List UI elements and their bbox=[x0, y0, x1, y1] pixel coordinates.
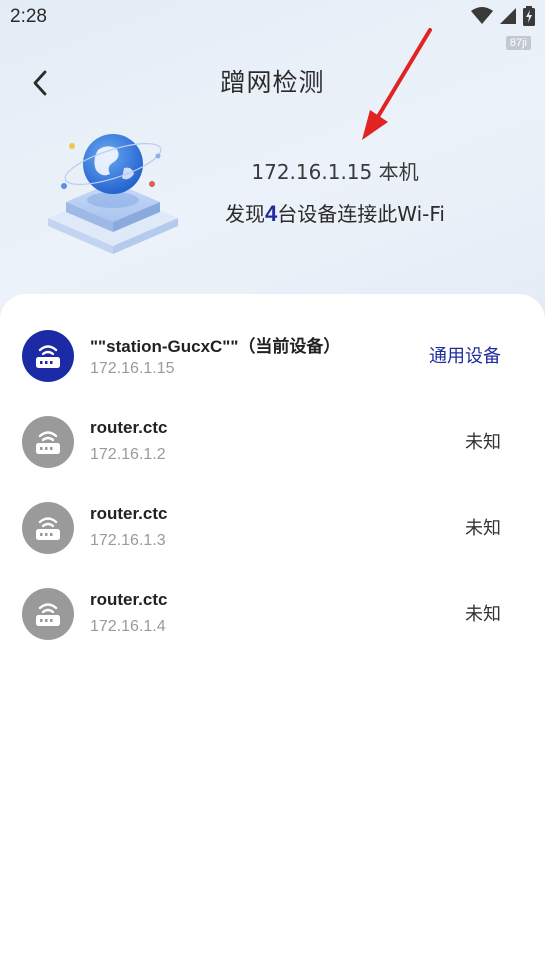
device-row-current[interactable]: ""station-GucxC""（当前设备） 172.16.1.15 通用设备 bbox=[0, 322, 545, 402]
status-time: 2:28 bbox=[10, 6, 47, 27]
device-type: 未知 bbox=[465, 432, 501, 453]
device-count: 4 bbox=[265, 201, 278, 226]
router-icon bbox=[36, 517, 60, 540]
device-avatar bbox=[22, 588, 74, 640]
annotation-arrow bbox=[362, 28, 432, 140]
device-avatar bbox=[22, 416, 74, 468]
globe-on-platform-illustration bbox=[48, 134, 178, 254]
status-bar: 2:28 87ji bbox=[0, 0, 545, 50]
device-ip: 172.16.1.4 bbox=[90, 618, 166, 635]
device-row[interactable]: router.ctc 172.16.1.3 未知 bbox=[0, 494, 545, 574]
device-ip: 172.16.1.15 bbox=[90, 360, 175, 377]
router-icon bbox=[36, 345, 60, 368]
router-icon bbox=[36, 603, 60, 626]
device-avatar bbox=[22, 330, 74, 382]
connection-summary: 发现4台设备连接此Wi-Fi bbox=[200, 198, 470, 227]
page-title: 蹭网检测 bbox=[220, 68, 325, 97]
device-ip: 172.16.1.3 bbox=[90, 532, 166, 549]
wifi-icon bbox=[471, 7, 493, 24]
device-row[interactable]: router.ctc 172.16.1.4 未知 bbox=[0, 580, 545, 660]
summary-prefix: 发现 bbox=[225, 202, 266, 226]
device-type: 通用设备 bbox=[429, 346, 501, 367]
device-avatar bbox=[22, 502, 74, 554]
device-name: router.ctc bbox=[90, 418, 168, 437]
device-name: router.ctc bbox=[90, 590, 168, 609]
device-name: router.ctc bbox=[90, 504, 168, 523]
device-ip: 172.16.1.2 bbox=[90, 446, 166, 463]
device-type: 未知 bbox=[465, 518, 501, 539]
device-list-card: ""station-GucxC""（当前设备） 172.16.1.15 通用设备… bbox=[0, 294, 545, 968]
summary-suffix: 台设备连接此Wi-Fi bbox=[277, 202, 445, 226]
status-icons bbox=[471, 6, 535, 26]
router-icon bbox=[36, 431, 60, 454]
device-row[interactable]: router.ctc 172.16.1.2 未知 bbox=[0, 408, 545, 488]
device-name: ""station-GucxC""（当前设备） bbox=[90, 337, 341, 356]
device-type: 未知 bbox=[465, 604, 501, 625]
signal-icon bbox=[500, 8, 516, 24]
status-tag: 87ji bbox=[505, 36, 531, 50]
local-ip: 172.16.1.15 本机 bbox=[251, 160, 419, 184]
battery-charging-icon bbox=[523, 6, 535, 26]
